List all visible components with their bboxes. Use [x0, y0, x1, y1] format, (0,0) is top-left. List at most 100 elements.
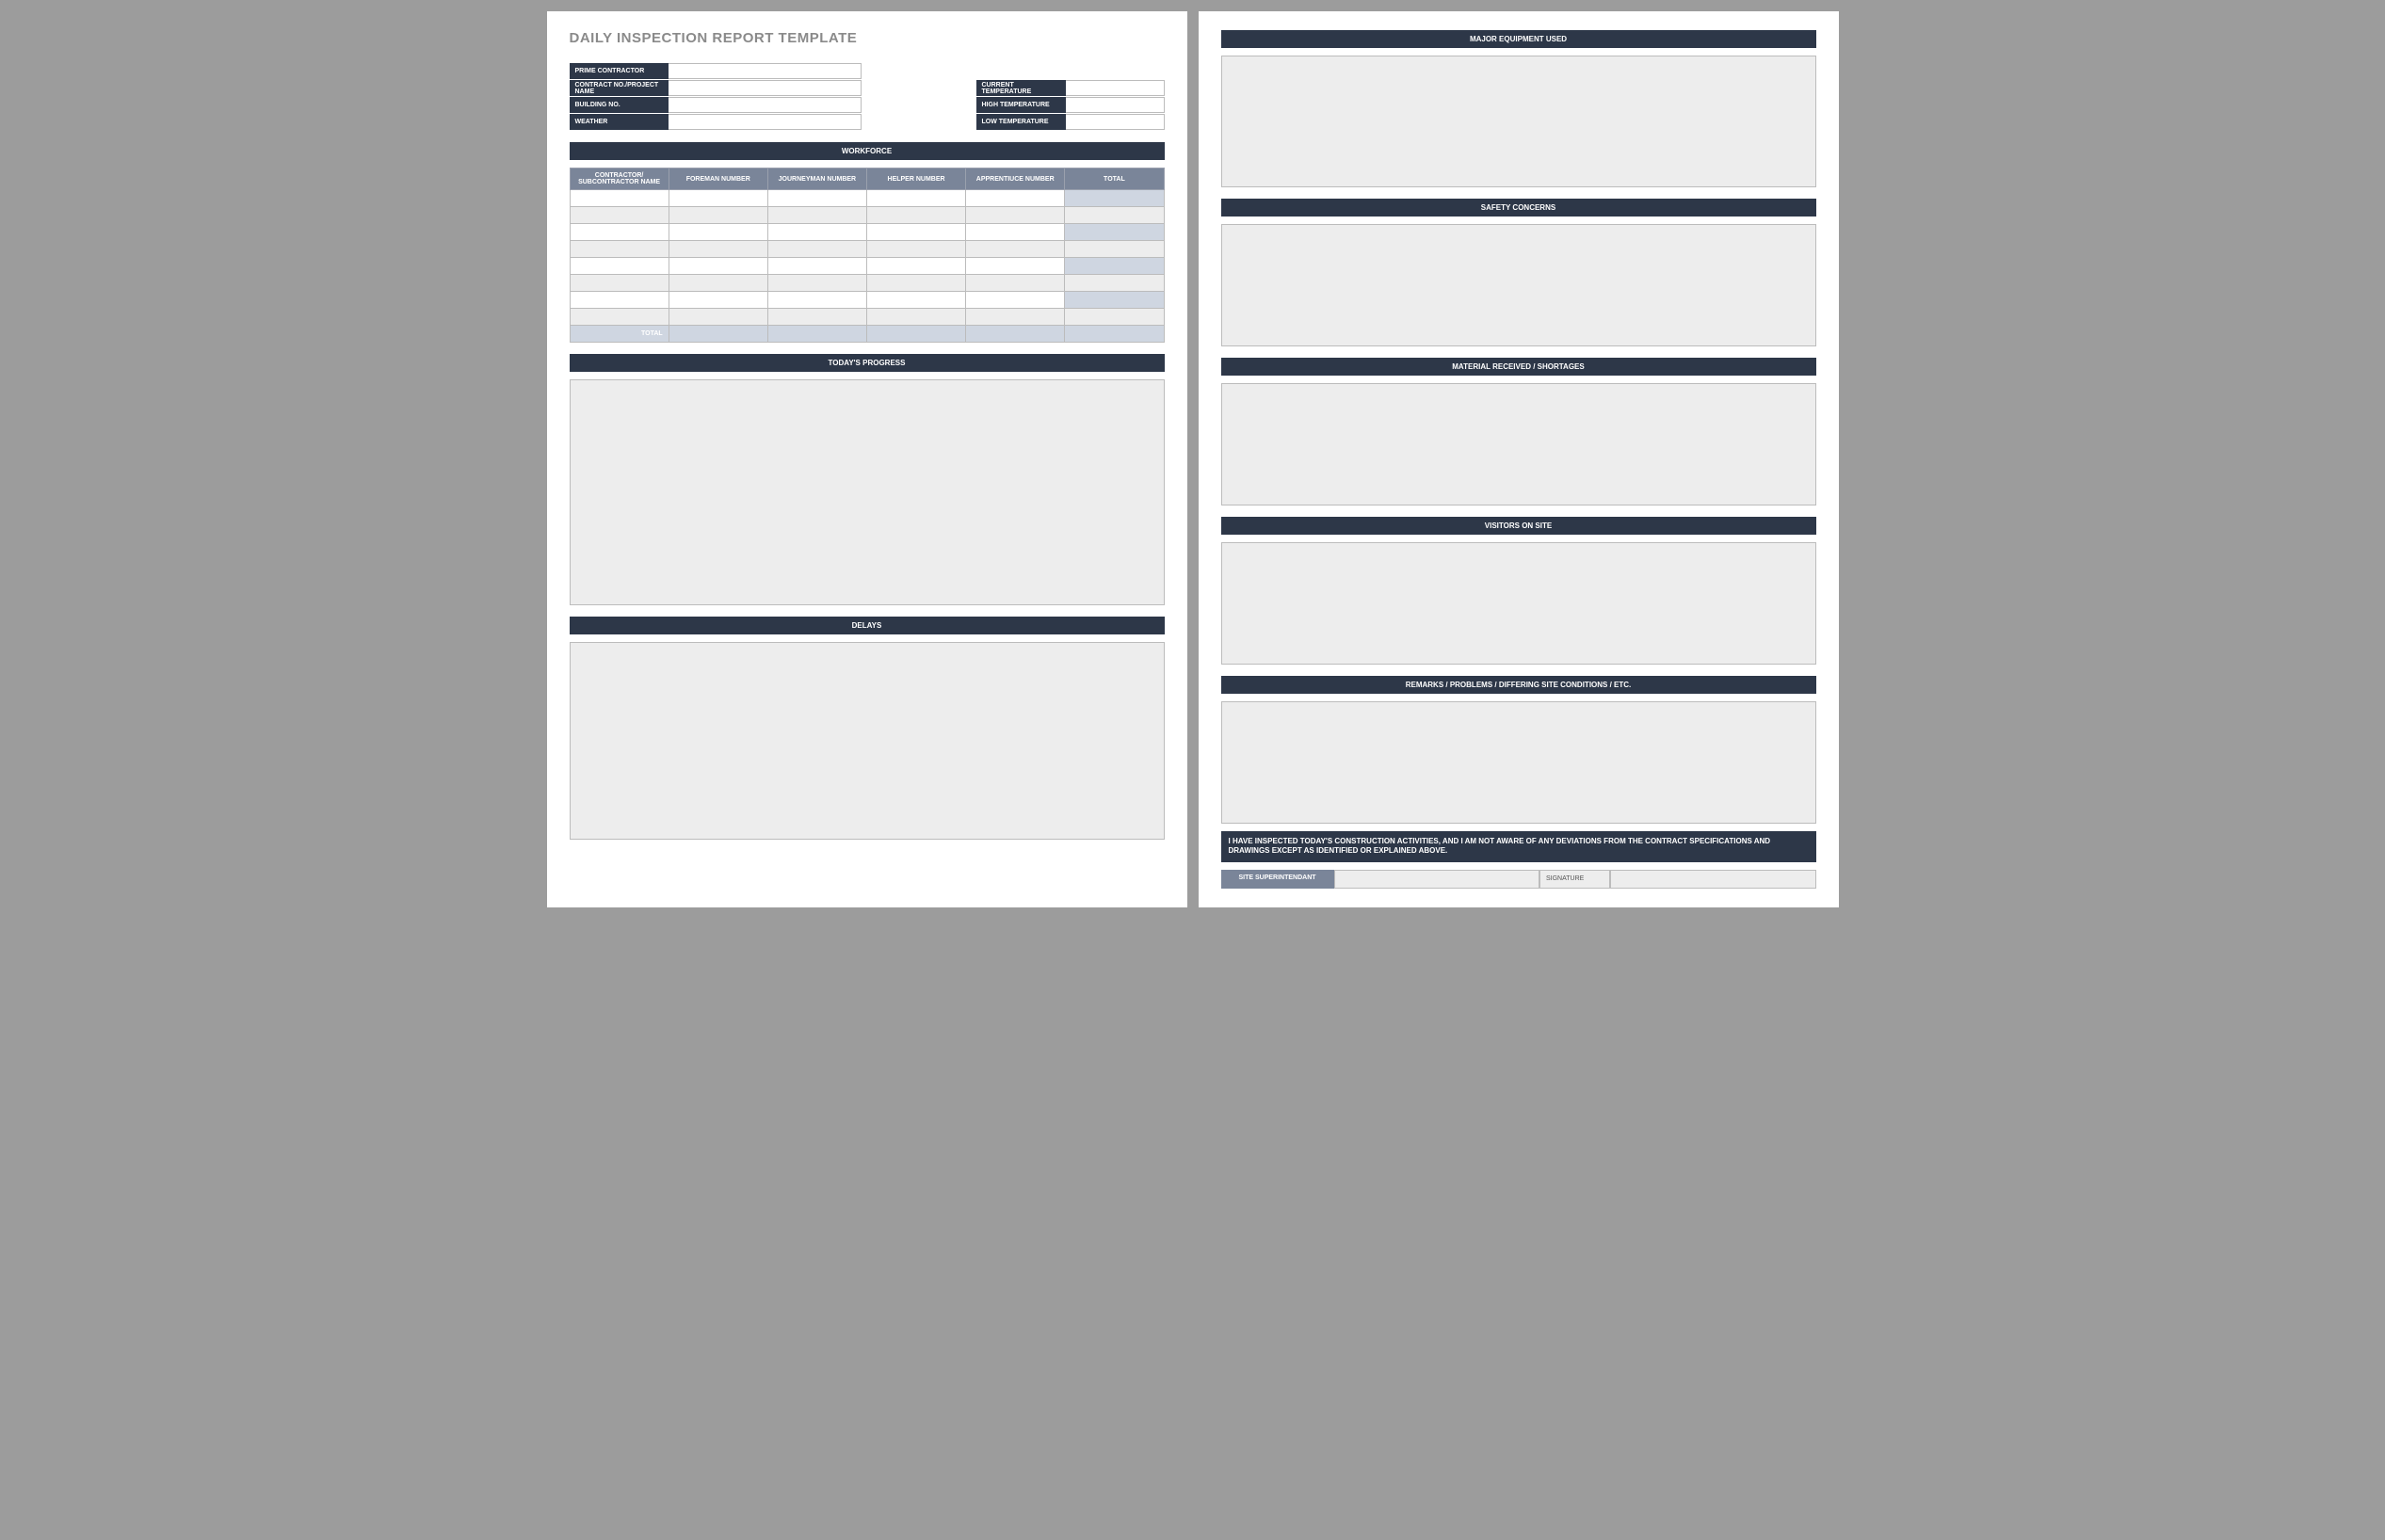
kv-value[interactable] — [669, 97, 862, 113]
total-label: TOTAL — [570, 326, 669, 343]
table-cell[interactable] — [866, 309, 965, 326]
table-cell[interactable] — [767, 275, 866, 292]
workforce-table: CONTRACTOR/ SUBCONTRACTOR NAME FOREMAN N… — [570, 168, 1165, 343]
table-cell[interactable] — [570, 224, 669, 241]
table-row — [570, 224, 1164, 241]
kv-label: PRIME CONTRACTOR — [570, 63, 669, 79]
kv-label: CURRENT TEMPERATURE — [976, 80, 1066, 96]
table-cell[interactable] — [570, 275, 669, 292]
sig-signature-field[interactable] — [1610, 870, 1816, 889]
table-cell[interactable] — [866, 224, 965, 241]
safety-box[interactable] — [1221, 224, 1816, 346]
equipment-box[interactable] — [1221, 56, 1816, 187]
table-cell[interactable] — [1065, 309, 1164, 326]
table-cell[interactable] — [767, 292, 866, 309]
kv-value[interactable] — [1066, 80, 1165, 96]
table-row — [570, 258, 1164, 275]
col-total: TOTAL — [1065, 168, 1164, 190]
signature-row: SITE SUPERINTENDANT SIGNATURE — [1221, 870, 1816, 889]
table-cell[interactable] — [1065, 241, 1164, 258]
visitors-header: VISITORS ON SITE — [1221, 517, 1816, 535]
table-cell[interactable] — [1065, 190, 1164, 207]
kv-low-temp: LOW TEMPERATURE — [976, 114, 1165, 131]
table-cell[interactable] — [669, 241, 767, 258]
safety-header: SAFETY CONCERNS — [1221, 199, 1816, 217]
table-cell[interactable] — [669, 190, 767, 207]
info-row: PRIME CONTRACTOR CONTRACT NO./PROJECT NA… — [570, 63, 1165, 131]
table-cell[interactable] — [966, 207, 1065, 224]
total-cell[interactable] — [1065, 326, 1164, 343]
certification-text: I HAVE INSPECTED TODAY'S CONSTRUCTION AC… — [1221, 831, 1816, 862]
table-cell[interactable] — [669, 224, 767, 241]
table-cell[interactable] — [866, 207, 965, 224]
progress-box[interactable] — [570, 379, 1165, 605]
table-row — [570, 292, 1164, 309]
kv-value[interactable] — [669, 114, 862, 130]
info-left: PRIME CONTRACTOR CONTRACT NO./PROJECT NA… — [570, 63, 862, 131]
kv-high-temp: HIGH TEMPERATURE — [976, 97, 1165, 114]
materials-header: MATERIAL RECEIVED / SHORTAGES — [1221, 358, 1816, 376]
table-cell[interactable] — [767, 190, 866, 207]
table-cell[interactable] — [966, 224, 1065, 241]
table-total-row: TOTAL — [570, 326, 1164, 343]
table-cell[interactable] — [570, 207, 669, 224]
table-header-row: CONTRACTOR/ SUBCONTRACTOR NAME FOREMAN N… — [570, 168, 1164, 190]
table-row — [570, 275, 1164, 292]
table-cell[interactable] — [866, 258, 965, 275]
kv-value[interactable] — [1066, 114, 1165, 130]
table-row — [570, 190, 1164, 207]
table-cell[interactable] — [1065, 275, 1164, 292]
total-cell[interactable] — [669, 326, 767, 343]
table-cell[interactable] — [966, 292, 1065, 309]
sig-signature-label: SIGNATURE — [1539, 870, 1610, 889]
total-cell[interactable] — [866, 326, 965, 343]
table-cell[interactable] — [1065, 224, 1164, 241]
table-cell[interactable] — [1065, 207, 1164, 224]
table-cell[interactable] — [866, 292, 965, 309]
col-foreman: FOREMAN NUMBER — [669, 168, 767, 190]
table-cell[interactable] — [966, 241, 1065, 258]
table-cell[interactable] — [767, 241, 866, 258]
total-cell[interactable] — [966, 326, 1065, 343]
table-cell[interactable] — [570, 190, 669, 207]
kv-label: LOW TEMPERATURE — [976, 114, 1066, 130]
sig-name-field[interactable] — [1334, 870, 1540, 889]
table-cell[interactable] — [570, 292, 669, 309]
table-cell[interactable] — [966, 258, 1065, 275]
table-cell[interactable] — [570, 309, 669, 326]
table-cell[interactable] — [1065, 258, 1164, 275]
kv-value[interactable] — [669, 80, 862, 96]
table-cell[interactable] — [669, 292, 767, 309]
materials-box[interactable] — [1221, 383, 1816, 505]
kv-value[interactable] — [1066, 97, 1165, 113]
kv-label: CONTRACT NO./PROJECT NAME — [570, 80, 669, 96]
delays-box[interactable] — [570, 642, 1165, 840]
table-cell[interactable] — [966, 309, 1065, 326]
table-cell[interactable] — [966, 190, 1065, 207]
table-cell[interactable] — [669, 309, 767, 326]
table-cell[interactable] — [669, 275, 767, 292]
total-cell[interactable] — [767, 326, 866, 343]
kv-contract-no: CONTRACT NO./PROJECT NAME — [570, 80, 862, 97]
kv-prime-contractor: PRIME CONTRACTOR — [570, 63, 862, 80]
remarks-box[interactable] — [1221, 701, 1816, 824]
visitors-box[interactable] — [1221, 542, 1816, 665]
table-cell[interactable] — [866, 241, 965, 258]
table-cell[interactable] — [570, 241, 669, 258]
kv-value[interactable] — [669, 63, 862, 79]
kv-label: HIGH TEMPERATURE — [976, 97, 1066, 113]
kv-building-no: BUILDING NO. — [570, 97, 862, 114]
table-cell[interactable] — [866, 190, 965, 207]
table-cell[interactable] — [570, 258, 669, 275]
table-cell[interactable] — [966, 275, 1065, 292]
equipment-header: MAJOR EQUIPMENT USED — [1221, 30, 1816, 48]
table-cell[interactable] — [767, 224, 866, 241]
table-cell[interactable] — [669, 207, 767, 224]
table-cell[interactable] — [1065, 292, 1164, 309]
info-right: CURRENT TEMPERATURE HIGH TEMPERATURE LOW… — [976, 80, 1165, 131]
table-cell[interactable] — [669, 258, 767, 275]
table-cell[interactable] — [767, 207, 866, 224]
table-cell[interactable] — [767, 309, 866, 326]
table-cell[interactable] — [866, 275, 965, 292]
table-cell[interactable] — [767, 258, 866, 275]
